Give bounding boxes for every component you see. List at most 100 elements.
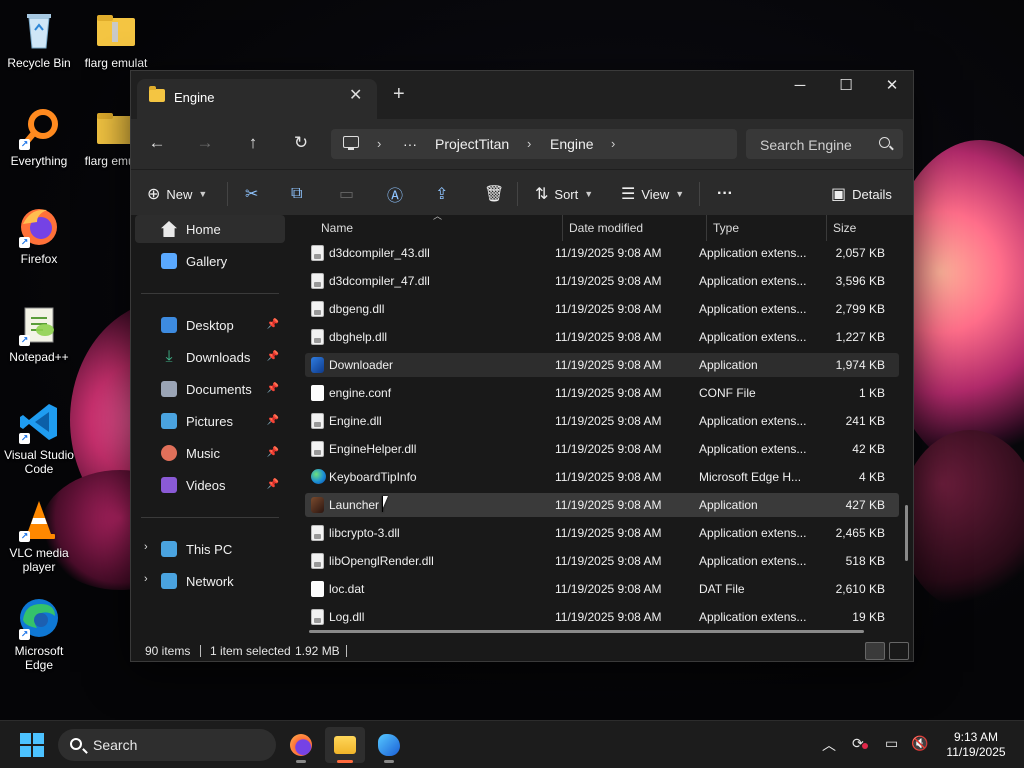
volume-muted-icon[interactable]: 🔇 — [911, 735, 928, 752]
minimize-button[interactable]: ─ — [777, 71, 823, 103]
pin-icon[interactable]: 📌 — [267, 351, 279, 362]
sync-icon[interactable]: ⟳ — [852, 735, 868, 752]
sidebar-item-home[interactable]: Home — [135, 215, 285, 243]
tab-engine[interactable]: Engine ✕ — [137, 79, 377, 119]
file-type: Microsoft Edge H... — [699, 470, 802, 484]
new-tab-button[interactable]: + — [393, 83, 405, 106]
display-icon[interactable]: ▭ — [885, 735, 898, 752]
table-row[interactable]: dbgeng.dll 11/19/2025 9:08 AM Application … — [305, 297, 899, 321]
system-clock[interactable]: 9:13 AM 11/19/2025 — [936, 730, 1016, 760]
desktop-icon-label: Notepad++ — [9, 350, 69, 364]
file-date: 11/19/2025 9:08 AM — [555, 442, 662, 456]
pin-icon[interactable]: 📌 — [267, 319, 279, 330]
file-type: CONF File — [699, 386, 756, 400]
table-row[interactable]: engine.conf 11/19/2025 9:08 AM CONF File 1 … — [305, 381, 899, 405]
desktop-icon-firefox[interactable]: ↗ Firefox — [1, 204, 77, 266]
column-header-size[interactable]: Size — [833, 215, 856, 241]
start-button[interactable] — [20, 733, 44, 757]
table-row[interactable]: EngineHelper.dll 11/19/2025 9:08 AM Applic… — [305, 437, 899, 461]
cut-button[interactable]: ✂ — [245, 183, 258, 205]
file-size: 518 KB — [845, 554, 885, 568]
desktop-icon-vlc[interactable]: ↗ VLC media player — [1, 498, 77, 574]
sidebar-item-documents[interactable]: Documents 📌 — [135, 375, 285, 403]
column-resize-handle[interactable] — [706, 215, 707, 241]
share-button[interactable]: ⇪ — [435, 183, 448, 205]
paste-button[interactable]: ▭ — [339, 183, 354, 205]
details-pane-button[interactable]: ▣ Details — [831, 183, 892, 205]
forward-arrow-icon[interactable]: → — [193, 133, 217, 155]
more-options-button[interactable]: ··· — [717, 183, 733, 205]
file-doc-icon — [311, 385, 324, 401]
chevron-right-icon[interactable]: › — [144, 541, 148, 553]
table-row[interactable]: Log.dll 11/19/2025 9:08 AM Application ext… — [305, 605, 899, 629]
breadcrumb-more[interactable]: ··· — [403, 136, 417, 152]
sidebar-item-downloads[interactable]: ⤓ Downloads 📌 — [135, 343, 285, 371]
sidebar-item-this-pc[interactable]: › This PC — [135, 535, 285, 563]
sidebar-item-music[interactable]: Music 📌 — [135, 439, 285, 467]
bird-app-icon — [378, 734, 400, 756]
refresh-icon[interactable]: ↻ — [289, 133, 313, 155]
sidebar-item-network[interactable]: › Network — [135, 567, 285, 595]
show-hidden-icons-chevron-up-icon[interactable]: ︿ — [822, 735, 836, 755]
column-header-name[interactable]: Name — [321, 215, 353, 241]
table-row[interactable]: loc.dat 11/19/2025 9:08 AM DAT File 2,610 K… — [305, 577, 899, 601]
up-arrow-icon[interactable]: ↑ — [241, 133, 265, 155]
table-row[interactable]: Engine.dll 11/19/2025 9:08 AM Application … — [305, 409, 899, 433]
column-resize-handle[interactable] — [826, 215, 827, 241]
pin-icon[interactable]: 📌 — [267, 447, 279, 458]
table-row[interactable]: Downloader 11/19/2025 9:08 AM Application 1… — [305, 353, 899, 377]
sidebar-item-desktop[interactable]: Desktop 📌 — [135, 311, 285, 339]
horizontal-scrollbar[interactable] — [309, 630, 864, 633]
close-window-button[interactable]: ✕ — [869, 71, 913, 103]
file-type: Application extens... — [699, 274, 807, 288]
table-row[interactable]: libcrypto-3.dll 11/19/2025 9:08 AM Applica… — [305, 521, 899, 545]
chevron-right-icon[interactable]: › — [527, 136, 531, 151]
taskbar-file-explorer[interactable] — [325, 727, 365, 763]
chevron-right-icon[interactable]: › — [611, 136, 615, 151]
copy-button[interactable]: ⧉ — [291, 183, 302, 205]
pin-icon[interactable]: 📌 — [267, 383, 279, 394]
desktop-icon-vscode[interactable]: ↗ Visual Studio Code — [1, 400, 77, 476]
sidebar-item-videos[interactable]: Videos 📌 — [135, 471, 285, 499]
rename-button[interactable]: Ⓐ — [387, 183, 403, 205]
desktop-icon-edge[interactable]: ↗ Microsoft Edge — [1, 596, 77, 672]
vertical-scrollbar[interactable] — [905, 505, 908, 561]
column-resize-handle[interactable] — [562, 215, 563, 241]
new-button[interactable]: ⊕ New ▼ — [147, 183, 207, 205]
taskbar-firefox[interactable] — [281, 727, 321, 763]
sidebar-item-label: Pictures — [186, 413, 233, 429]
sidebar-item-gallery[interactable]: Gallery — [135, 247, 285, 275]
breadcrumb-engine[interactable]: Engine — [550, 136, 594, 152]
desktop-icon-notepadpp[interactable]: ↗ Notepad++ — [1, 302, 77, 364]
pin-icon[interactable]: 📌 — [267, 479, 279, 490]
chevron-right-icon[interactable]: › — [377, 136, 381, 151]
delete-button[interactable]: 🗑 — [484, 183, 504, 205]
sort-button[interactable]: ⇅ Sort ▼ — [535, 183, 593, 205]
table-row[interactable]: KeyboardTipInfo 11/19/2025 9:08 AM Microso… — [305, 465, 899, 489]
table-row[interactable]: libOpenglRender.dll 11/19/2025 9:08 AM App… — [305, 549, 899, 573]
close-tab-icon[interactable]: ✕ — [349, 85, 362, 105]
maximize-button[interactable]: ☐ — [823, 71, 869, 103]
table-row[interactable]: Launcher 11/19/2025 9:08 AM Application 427… — [305, 493, 899, 517]
table-row[interactable]: dbghelp.dll 11/19/2025 9:08 AM Application… — [305, 325, 899, 349]
back-arrow-icon[interactable]: ← — [145, 133, 169, 155]
view-button[interactable]: ☰ View ▼ — [621, 183, 684, 205]
table-row[interactable]: d3dcompiler_47.dll 11/19/2025 9:08 AM Appl… — [305, 269, 899, 293]
column-header-type[interactable]: Type — [713, 215, 739, 241]
breadcrumb-projecttitan[interactable]: ProjectTitan — [435, 136, 509, 152]
sidebar-item-pictures[interactable]: Pictures 📌 — [135, 407, 285, 435]
file-size: 427 KB — [845, 498, 885, 512]
desktop-icon-recycle-bin[interactable]: Recycle Bin — [1, 8, 77, 70]
taskbar-search[interactable]: Search — [58, 729, 276, 761]
desktop-icon-flarg-emulator[interactable]: flarg emulat — [78, 8, 154, 70]
taskbar-app[interactable] — [369, 727, 409, 763]
table-row[interactable]: d3dcompiler_43.dll 11/19/2025 9:08 AM Appl… — [305, 241, 899, 265]
chevron-right-icon[interactable]: › — [144, 573, 148, 585]
tiles-view-icon[interactable] — [889, 642, 909, 660]
desktop-icon-everything[interactable]: ↗ Everything — [1, 106, 77, 168]
column-header-date[interactable]: Date modified — [569, 215, 643, 241]
details-view-icon[interactable] — [865, 642, 885, 660]
pin-icon[interactable]: 📌 — [267, 415, 279, 426]
search-input[interactable]: Search Engine — [746, 129, 903, 159]
address-bar[interactable]: › ··· ProjectTitan › Engine › — [331, 129, 737, 159]
